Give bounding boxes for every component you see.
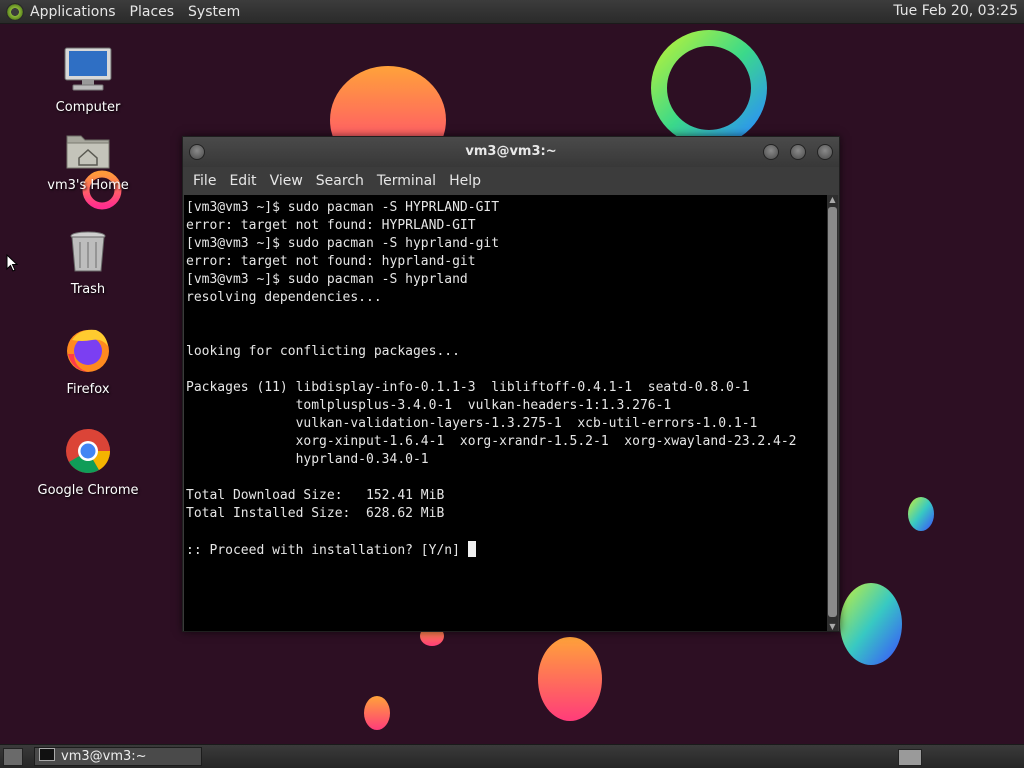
terminal-line: Total Installed Size: 628.62 MiB xyxy=(186,506,445,521)
terminal-cursor xyxy=(467,541,476,557)
menu-view[interactable]: View xyxy=(270,173,303,189)
terminal-line: xorg-xinput-1.6.4-1 xorg-xrandr-1.5.2-1 … xyxy=(186,434,797,449)
bubble-orange-tiny xyxy=(364,696,390,730)
firefox-icon xyxy=(67,329,109,372)
scroll-thumb[interactable] xyxy=(828,207,837,617)
terminal-line: vulkan-validation-layers-1.3.275-1 xcb-u… xyxy=(186,416,758,431)
desktop-icon-home[interactable]: vm3's Home xyxy=(33,130,143,193)
home-folder-icon xyxy=(66,135,110,169)
taskbar-terminal-button[interactable]: vm3@vm3:~ xyxy=(34,747,202,766)
bubble-orange-bottom xyxy=(538,637,602,721)
close-button[interactable] xyxy=(817,144,833,160)
trash-icon xyxy=(70,231,106,272)
terminal-line: Packages (11) libdisplay-info-0.1.1-3 li… xyxy=(186,380,750,395)
desktop-icon-trash[interactable]: Trash xyxy=(33,230,143,297)
bubble-blue-large xyxy=(840,583,902,665)
desktop-icon-label: Trash xyxy=(70,282,106,297)
terminal-line: resolving dependencies... xyxy=(186,290,382,305)
scroll-down-arrow-icon[interactable]: ▼ xyxy=(828,622,837,631)
terminal-window[interactable]: vm3@vm3:~ File Edit View Search Terminal… xyxy=(182,136,840,632)
menu-places[interactable]: Places xyxy=(130,4,175,20)
desktop-icon-label: Google Chrome xyxy=(37,483,139,498)
menu-edit[interactable]: Edit xyxy=(229,173,256,189)
chrome-icon xyxy=(66,429,110,473)
terminal-text: [vm3@vm3 ~]$ sudo pacman -S HYPRLAND-GIT… xyxy=(184,195,827,560)
menu-terminal[interactable]: Terminal xyxy=(377,173,436,189)
panel-clock[interactable]: Tue Feb 20, 03:25 xyxy=(893,3,1018,19)
terminal-title: vm3@vm3:~ xyxy=(465,144,557,159)
terminal-line: Total Download Size: 152.41 MiB xyxy=(186,488,445,503)
terminal-line: [vm3@vm3 ~]$ sudo pacman -S hyprland xyxy=(186,272,468,287)
desktop-icon-chrome[interactable]: Google Chrome xyxy=(33,427,143,498)
terminal-line: error: target not found: hyprland-git xyxy=(186,254,476,269)
bottom-panel: vm3@vm3:~ xyxy=(0,744,1024,768)
desktop-icon-label: Computer xyxy=(55,100,121,115)
scroll-up-arrow-icon[interactable]: ▲ xyxy=(828,195,837,204)
menu-search[interactable]: Search xyxy=(316,173,364,189)
mouse-pointer-icon xyxy=(6,254,18,272)
distro-logo-icon[interactable] xyxy=(6,2,24,21)
terminal-menubar: File Edit View Search Terminal Help xyxy=(183,167,839,195)
taskbar-item-label: vm3@vm3:~ xyxy=(61,749,147,764)
desktop-icon-label: Firefox xyxy=(66,382,110,397)
terminal-line: tomlplusplus-3.4.0-1 vulkan-headers-1:1.… xyxy=(186,398,672,413)
desktop-icon-label: vm3's Home xyxy=(47,178,129,193)
desktop-icon-firefox[interactable]: Firefox xyxy=(33,326,143,397)
top-panel: Applications Places System Tue Feb 20, 0… xyxy=(0,0,1024,24)
workspace-switcher[interactable] xyxy=(898,749,922,766)
terminal-titlebar[interactable]: vm3@vm3:~ xyxy=(183,137,839,167)
terminal-line: [vm3@vm3 ~]$ sudo pacman -S HYPRLAND-GIT xyxy=(186,200,500,215)
desktop-icon-computer[interactable]: Computer xyxy=(33,46,143,115)
terminal-line: looking for conflicting packages... xyxy=(186,344,460,359)
terminal-scrollbar[interactable]: ▲ ▼ xyxy=(827,195,838,631)
terminal-output[interactable]: [vm3@vm3 ~]$ sudo pacman -S HYPRLAND-GIT… xyxy=(184,195,827,631)
terminal-line: error: target not found: HYPRLAND-GIT xyxy=(186,218,476,233)
terminal-line: :: Proceed with installation? [Y/n] xyxy=(186,543,468,558)
menu-applications[interactable]: Applications xyxy=(30,4,116,20)
minimize-button[interactable] xyxy=(763,144,779,160)
terminal-line: hyprland-0.34.0-1 xyxy=(186,452,429,467)
menu-system[interactable]: System xyxy=(188,4,240,20)
maximize-button[interactable] xyxy=(790,144,806,160)
show-desktop-icon[interactable] xyxy=(3,748,23,766)
terminal-icon xyxy=(39,748,55,761)
menu-help[interactable]: Help xyxy=(449,173,481,189)
computer-icon xyxy=(64,47,112,91)
menu-file[interactable]: File xyxy=(193,173,216,189)
terminal-line: [vm3@vm3 ~]$ sudo pacman -S hyprland-git xyxy=(186,236,500,251)
bubble-blue-small xyxy=(908,497,934,531)
window-menu-icon[interactable] xyxy=(189,144,205,160)
